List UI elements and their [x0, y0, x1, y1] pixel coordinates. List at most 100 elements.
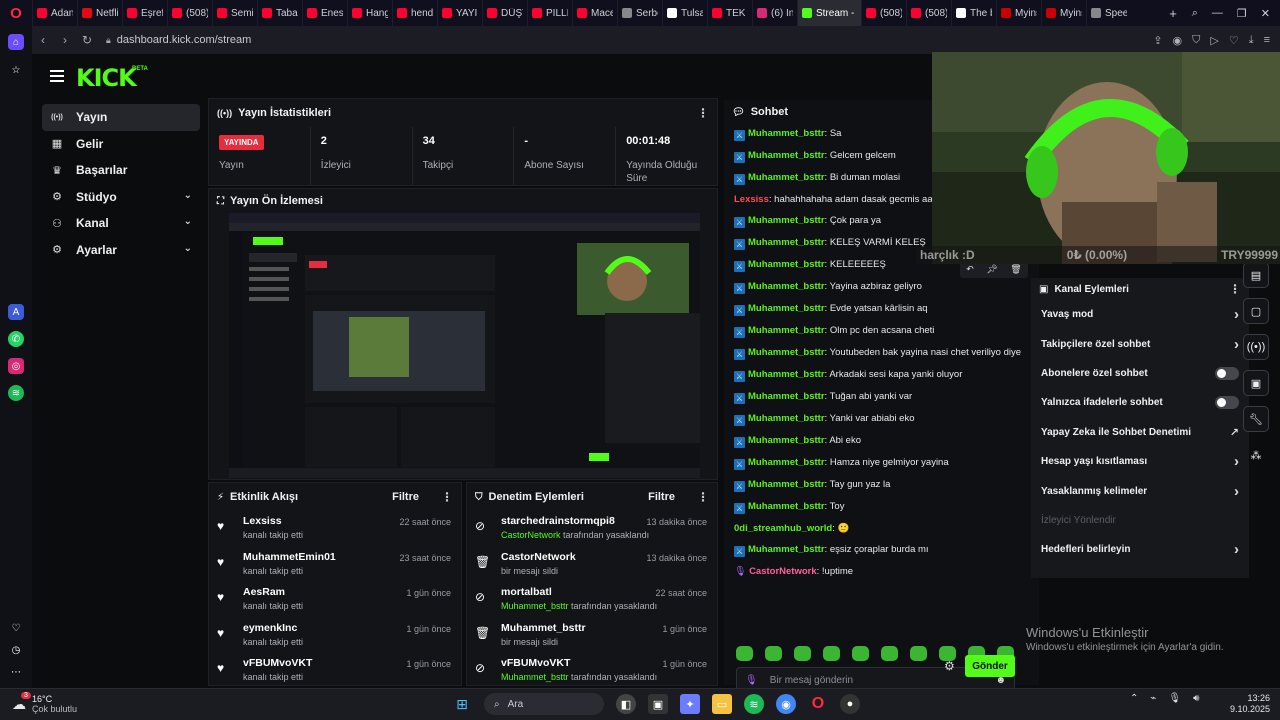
chat-bubble-icon[interactable]: ▢ — [1243, 298, 1269, 324]
trash-icon[interactable]: 🗑︎ — [1010, 264, 1021, 275]
list-item[interactable]: ♥ eymenkInc kanalı takip etti 1 gün önce — [209, 618, 461, 654]
list-item[interactable]: ⊘ mortalbatl Muhammet_bsttr tarafından yas… — [467, 582, 717, 618]
browser-tab[interactable]: DÜŞTÜ — [482, 0, 527, 26]
taskbar-search[interactable]: ⌕ Ara — [484, 693, 604, 715]
chat-username[interactable]: Muhammet_bsttr — [748, 435, 825, 446]
chat-username[interactable]: CastorNetwork — [749, 566, 817, 577]
widgets-icon[interactable]: ▣ — [648, 694, 668, 714]
browser-tab[interactable]: PİLLİ B — [527, 0, 572, 26]
emote-icon[interactable] — [765, 646, 782, 661]
chat-username[interactable]: Muhammet_bsttr — [748, 237, 825, 248]
stream-preview-video[interactable] — [229, 213, 700, 478]
heart-icon[interactable]: ♡ — [8, 620, 24, 636]
search-tabs-icon[interactable]: ⌕ — [1192, 7, 1198, 20]
chat-username[interactable]: Muhammet_bsttr — [748, 303, 825, 314]
nav-item-gelir[interactable]: ▦ Gelir — [42, 131, 200, 158]
channel-action-item[interactable]: Hedefleri belirleyin › — [1031, 535, 1249, 564]
browser-tab[interactable]: Enes Ö — [302, 0, 347, 26]
list-item[interactable]: 🗑 CastorNetwork bir mesajı sildi 13 dakika … — [467, 547, 717, 583]
copilot-icon[interactable]: ✦ — [680, 694, 700, 714]
reload-icon[interactable]: ↻ — [76, 33, 98, 47]
list-item[interactable]: ⊘ vFBUMvoVKT Muhammet_bsttr tarafından yas… — [467, 653, 717, 685]
nav-item-başarılar[interactable]: ♛ Başarılar — [42, 157, 200, 184]
channel-action-item[interactable]: Yalnızca ifadelerle sohbet — [1031, 388, 1249, 417]
emote-icon[interactable] — [852, 646, 869, 661]
emote-icon[interactable] — [881, 646, 898, 661]
weather-widget[interactable]: ☁ 16°C Çok bulutlu 3 — [12, 692, 77, 714]
opera-taskbar-icon[interactable]: O — [808, 694, 828, 714]
browser-tab[interactable]: Myinst — [996, 0, 1041, 26]
browser-tab[interactable]: (508) F — [861, 0, 906, 26]
mic-icon[interactable]: 🎙︎ — [1168, 693, 1181, 704]
chat-message[interactable]: 🎙︎ CastorNetwork: !uptime — [724, 562, 1039, 583]
list-item[interactable]: ♥ AesRam kanalı takip etti 1 gün önce — [209, 582, 461, 618]
chat-username[interactable]: Muhammet_bsttr — [748, 128, 825, 139]
chat-username[interactable]: Muhammet_bsttr — [748, 150, 825, 161]
chat-message[interactable]: ⚔ Muhammet_bsttr: Tay gun yaz la — [724, 475, 1039, 497]
history-icon[interactable]: ◷ — [8, 642, 24, 658]
list-item[interactable]: ♥ vFBUMvoVKT kanalı takip etti 1 gün önce — [209, 653, 461, 685]
chat-username[interactable]: Muhammet_bsttr — [748, 347, 825, 358]
chat-message[interactable]: ⚔ Muhammet_bsttr: Tuğan abi yanki var — [724, 387, 1039, 409]
browser-tab[interactable]: Netflix — [77, 0, 122, 26]
pin-icon[interactable]: 📌︎ — [986, 264, 997, 275]
browser-tab[interactable]: (508) F — [906, 0, 951, 26]
chat-username[interactable]: Muhammet_bsttr — [748, 172, 825, 183]
browser-tab[interactable]: Hangi — [347, 0, 392, 26]
list-item[interactable]: ♥ MuhammetEmin01 kanalı takip etti 23 saat … — [209, 547, 461, 583]
back-icon[interactable]: ‹ — [32, 33, 54, 47]
chat-username[interactable]: Muhammet_bsttr — [748, 544, 825, 555]
maximize-icon[interactable]: ❐ — [1237, 7, 1247, 20]
chat-message[interactable]: ⚔ Muhammet_bsttr: eşsiz çoraplar burda mı — [724, 540, 1039, 562]
browser-tab[interactable]: (508) G — [167, 0, 212, 26]
chevron-down-icon[interactable]: ⌄ — [184, 190, 192, 201]
undo-icon[interactable]: ↶ — [966, 264, 974, 275]
chat-username[interactable]: Muhammet_bsttr — [748, 457, 825, 468]
toggle-switch[interactable] — [1215, 396, 1239, 410]
chevron-down-icon[interactable]: ⌄ — [184, 216, 192, 227]
shield-icon[interactable]: ⛉ — [1192, 34, 1200, 47]
chat-message[interactable]: ⚔●BotRix: Yayın şu anda çevrim dışı. — [724, 583, 1039, 586]
menu-icon[interactable]: ≡ — [1264, 34, 1270, 47]
chat-username[interactable]: Muhammet_bsttr — [748, 391, 825, 402]
browser-tab[interactable]: Taban — [257, 0, 302, 26]
chat-username[interactable]: Muhammet_bsttr — [748, 325, 825, 336]
camera-icon[interactable]: ◉ — [1173, 34, 1183, 47]
more-options-icon[interactable]: ⋮ — [697, 490, 709, 504]
mic-icon[interactable]: 🎙︎ — [745, 675, 758, 686]
network-icon[interactable]: ⌁ — [1150, 693, 1156, 704]
more-options-icon[interactable]: ⋮ — [441, 490, 453, 504]
chat-message[interactable]: ⚔ Muhammet_bsttr: Evde yatsan kârlisin aq — [724, 299, 1039, 321]
browser-tab[interactable]: hende — [392, 0, 437, 26]
heart-icon[interactable]: ♡ — [1229, 34, 1239, 47]
nav-item-yayın[interactable]: ((•)) Yayın — [42, 104, 200, 131]
close-icon[interactable]: ✕ — [1261, 7, 1270, 20]
whatsapp-icon[interactable]: ✆ — [8, 331, 24, 347]
browser-tab[interactable]: Eşref R — [122, 0, 167, 26]
play-icon[interactable]: ▷ — [1210, 34, 1218, 47]
chat-message[interactable]: ⚔ Muhammet_bsttr: Olm pc den acsana cheti — [724, 321, 1039, 343]
kick-logo[interactable]: KICK — [76, 64, 137, 92]
nodes-icon[interactable]: ⁂ — [1243, 442, 1269, 468]
browser-tab[interactable]: Speed — [1086, 0, 1131, 26]
spotify-icon[interactable]: ≋ — [8, 385, 24, 401]
chat-message[interactable]: ⚔ Muhammet_bsttr: Toy — [724, 497, 1039, 519]
browser-tab[interactable]: Adana — [32, 0, 77, 26]
instagram-icon[interactable]: ◎ — [8, 358, 24, 374]
channel-action-item[interactable]: Yapay Zeka ile Sohbet Denetimi ↗ — [1031, 418, 1249, 447]
channel-action-item[interactable]: Takipçilere özel sohbet › — [1031, 329, 1249, 358]
spotify-icon[interactable]: ≋ — [744, 694, 764, 714]
browser-tab[interactable]: The b — [951, 0, 996, 26]
chat-message[interactable]: ⚔ Muhammet_bsttr: Abi eko — [724, 431, 1039, 453]
channel-action-item[interactable]: Yavaş mod › — [1031, 300, 1249, 329]
more-icon[interactable]: ⋯ — [8, 664, 24, 680]
app-icon[interactable]: ● — [840, 694, 860, 714]
chat-username[interactable]: Muhammet_bsttr — [748, 369, 825, 380]
download-icon[interactable]: ⤓ — [1249, 34, 1254, 47]
nav-item-kanal[interactable]: ⚇ Kanal ⌄ — [42, 210, 200, 237]
chevron-up-icon[interactable]: ⌃ — [1130, 693, 1138, 704]
chrome-icon[interactable]: ◉ — [776, 694, 796, 714]
broadcast-icon[interactable]: ((•)) — [1243, 334, 1269, 360]
opera-logo-icon[interactable]: O — [0, 0, 32, 26]
channel-action-item[interactable]: Hesap yaşı kısıtlaması › — [1031, 447, 1249, 476]
